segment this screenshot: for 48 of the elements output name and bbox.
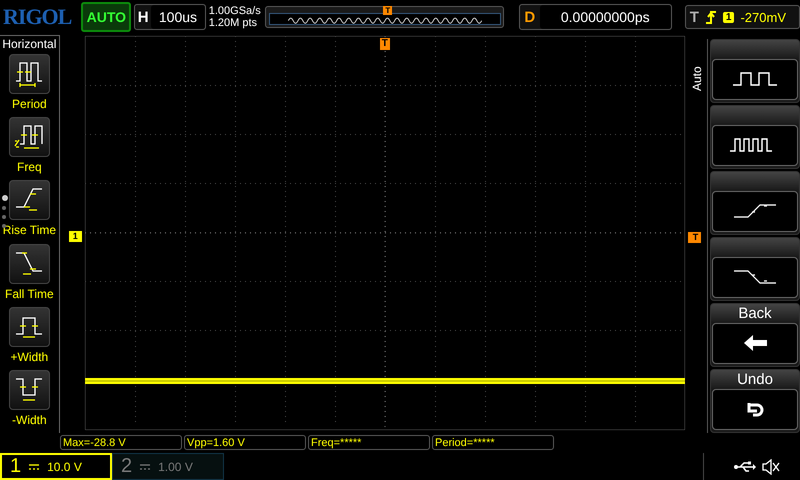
timebase-label: H	[136, 8, 150, 26]
trigger-level-marker: T	[688, 232, 702, 243]
measure-button[interactable]	[8, 117, 50, 158]
memory-depth: 1.20M pts	[208, 17, 258, 30]
measure-label: Fall Time	[5, 286, 54, 300]
menu-title: Horizontal	[2, 36, 56, 53]
measure-button[interactable]	[8, 370, 50, 410]
dc-coupling-icon	[29, 462, 40, 470]
measure-button[interactable]	[8, 54, 50, 94]
usb-icon	[734, 460, 756, 472]
rising-edge-icon	[733, 204, 777, 218]
trigger-position-marker: T	[383, 6, 392, 16]
trigger-channel: 1	[722, 12, 734, 23]
channel-tab[interactable]: 2 1.00 V	[112, 453, 224, 480]
delay-value: 0.00000000ps	[540, 5, 671, 30]
measure-label: -Width	[12, 412, 47, 427]
menu-title: Auto	[690, 66, 704, 91]
measurement-readout: Freq=*****	[308, 435, 430, 450]
measure-label: Period	[12, 96, 47, 111]
channel-tab[interactable]: 1 10.0 V	[0, 453, 112, 480]
measure-label: Rise Time	[2, 223, 56, 238]
delay-label: D	[523, 8, 536, 26]
timebase-value: 100us	[151, 5, 205, 30]
undo-softkey[interactable]: Undo	[710, 368, 800, 433]
measure-button[interactable]	[8, 306, 50, 347]
undo-icon	[746, 401, 764, 418]
logo: RIGOL	[3, 4, 72, 30]
rising-edge-icon	[704, 9, 717, 26]
speaker-muted-icon	[762, 458, 780, 474]
falling-edge-icon	[733, 270, 777, 284]
measure-label: +Width	[10, 350, 48, 364]
dc-coupling-icon	[140, 462, 150, 470]
measure-label: Freq	[17, 160, 42, 174]
measurement-readout: Period=*****	[432, 435, 554, 450]
pulse-icon	[732, 72, 778, 86]
left-arrow-icon	[742, 334, 768, 352]
back-softkey[interactable]: Back	[710, 302, 800, 367]
waveform-preview-icon	[269, 13, 502, 26]
measurement-readout: Max=-28.8 V	[60, 435, 182, 450]
trigger-label: T	[690, 8, 699, 26]
channel-marker: 1	[68, 230, 82, 242]
sample-rate: 1.00GSa/s	[208, 5, 262, 18]
auto-button[interactable]: AUTO	[81, 2, 132, 32]
measure-button[interactable]	[8, 244, 50, 284]
measurement-readout: Vpp=1.60 V	[184, 435, 306, 450]
trigger-level: -270mV	[740, 10, 786, 25]
measure-button[interactable]	[8, 180, 50, 220]
softkey[interactable]	[710, 104, 800, 169]
